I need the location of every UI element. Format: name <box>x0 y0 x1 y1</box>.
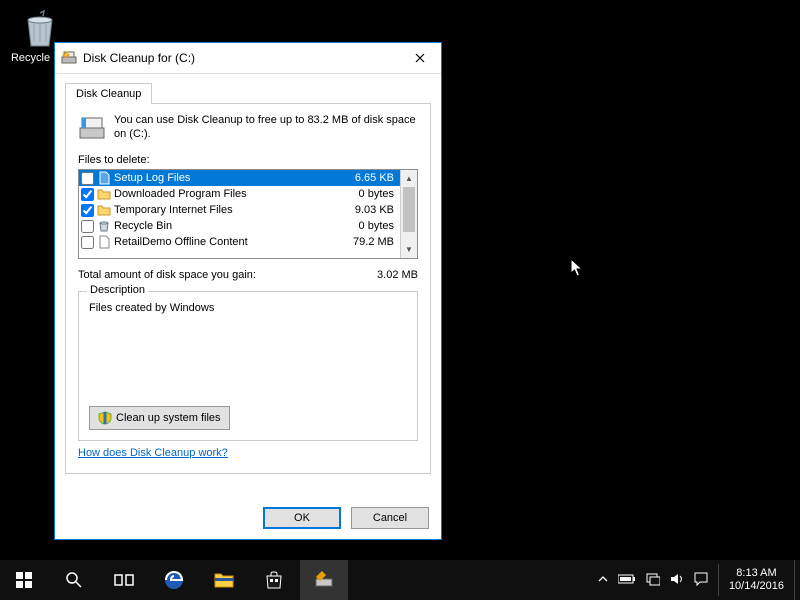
file-row[interactable]: Recycle Bin0 bytes <box>79 218 400 234</box>
scroll-up-icon[interactable]: ▲ <box>401 170 417 187</box>
taskbar-clock[interactable]: 8:13 AM 10/14/2016 <box>718 564 794 596</box>
task-view-button[interactable] <box>100 560 148 600</box>
cleanup-system-files-button[interactable]: Clean up system files <box>89 406 230 430</box>
file-row[interactable]: Temporary Internet Files9.03 KB <box>79 202 400 218</box>
file-size: 79.2 MB <box>338 236 398 248</box>
file-name: Downloaded Program Files <box>114 188 338 200</box>
mouse-cursor <box>570 258 584 278</box>
titlebar-text: Disk Cleanup for (C:) <box>83 51 405 65</box>
titlebar[interactable]: Disk Cleanup for (C:) <box>55 43 441 73</box>
file-name: Recycle Bin <box>114 220 338 232</box>
network-icon[interactable] <box>646 572 660 589</box>
file-type-icon <box>97 187 111 201</box>
file-type-icon <box>97 171 111 185</box>
battery-icon[interactable] <box>618 574 636 587</box>
file-list: Setup Log Files6.65 KBDownloaded Program… <box>78 169 418 259</box>
files-to-delete-label: Files to delete: <box>78 154 418 166</box>
scroll-thumb[interactable] <box>403 187 415 232</box>
action-center-icon[interactable] <box>694 572 708 589</box>
volume-icon[interactable] <box>670 573 684 588</box>
disk-cleanup-icon <box>61 50 77 66</box>
taskbar-edge[interactable] <box>150 560 198 600</box>
clock-date: 10/14/2016 <box>729 580 784 593</box>
file-checkbox[interactable] <box>81 172 94 185</box>
windows-icon <box>16 572 32 588</box>
system-tray[interactable] <box>598 572 718 589</box>
file-row[interactable]: Downloaded Program Files0 bytes <box>79 186 400 202</box>
edge-icon <box>163 569 185 591</box>
clock-time: 8:13 AM <box>729 567 784 580</box>
file-checkbox[interactable] <box>81 204 94 217</box>
description-group-label: Description <box>87 284 148 296</box>
file-size: 6.65 KB <box>338 172 398 184</box>
search-icon <box>65 571 83 589</box>
description-text: Files created by Windows <box>89 302 407 314</box>
file-type-icon <box>97 203 111 217</box>
close-button[interactable] <box>405 46 435 70</box>
file-type-icon <box>97 219 111 233</box>
file-size: 0 bytes <box>338 188 398 200</box>
cancel-button[interactable]: Cancel <box>351 507 429 529</box>
intro-text: You can use Disk Cleanup to free up to 8… <box>114 114 418 142</box>
taskbar: 8:13 AM 10/14/2016 <box>0 560 800 600</box>
disk-cleanup-taskbar-icon <box>314 571 334 589</box>
scroll-down-icon[interactable]: ▼ <box>401 241 417 258</box>
file-checkbox[interactable] <box>81 220 94 233</box>
file-size: 0 bytes <box>338 220 398 232</box>
description-group: Description Files created by Windows Cle… <box>78 291 418 441</box>
file-checkbox[interactable] <box>81 236 94 249</box>
cleanup-button-label: Clean up system files <box>116 412 221 424</box>
search-button[interactable] <box>50 560 98 600</box>
disk-cleanup-dialog: Disk Cleanup for (C:) Disk Cleanup You c… <box>54 42 442 540</box>
file-size: 9.03 KB <box>338 204 398 216</box>
folder-icon <box>214 572 234 588</box>
total-value: 3.02 MB <box>377 269 418 281</box>
shield-icon <box>98 411 112 425</box>
ok-button[interactable]: OK <box>263 507 341 529</box>
file-type-icon <box>97 235 111 249</box>
taskbar-disk-cleanup[interactable] <box>300 560 348 600</box>
file-name: Setup Log Files <box>114 172 338 184</box>
tab-body: You can use Disk Cleanup to free up to 8… <box>65 103 431 474</box>
store-icon <box>265 571 283 589</box>
taskbar-store[interactable] <box>250 560 298 600</box>
help-link[interactable]: How does Disk Cleanup work? <box>78 447 228 459</box>
drive-icon <box>78 114 106 142</box>
taskbar-file-explorer[interactable] <box>200 560 248 600</box>
file-row[interactable]: Setup Log Files6.65 KB <box>79 170 400 186</box>
file-name: Temporary Internet Files <box>114 204 338 216</box>
file-checkbox[interactable] <box>81 188 94 201</box>
file-row[interactable]: RetailDemo Offline Content79.2 MB <box>79 234 400 250</box>
close-icon <box>415 53 425 63</box>
task-view-icon <box>114 572 134 588</box>
total-label: Total amount of disk space you gain: <box>78 269 256 281</box>
chevron-up-icon[interactable] <box>598 574 608 586</box>
start-button[interactable] <box>0 560 48 600</box>
tab-disk-cleanup[interactable]: Disk Cleanup <box>65 83 152 104</box>
file-name: RetailDemo Offline Content <box>114 236 338 248</box>
show-desktop-button[interactable] <box>794 560 800 600</box>
scrollbar[interactable]: ▲ ▼ <box>400 170 417 258</box>
